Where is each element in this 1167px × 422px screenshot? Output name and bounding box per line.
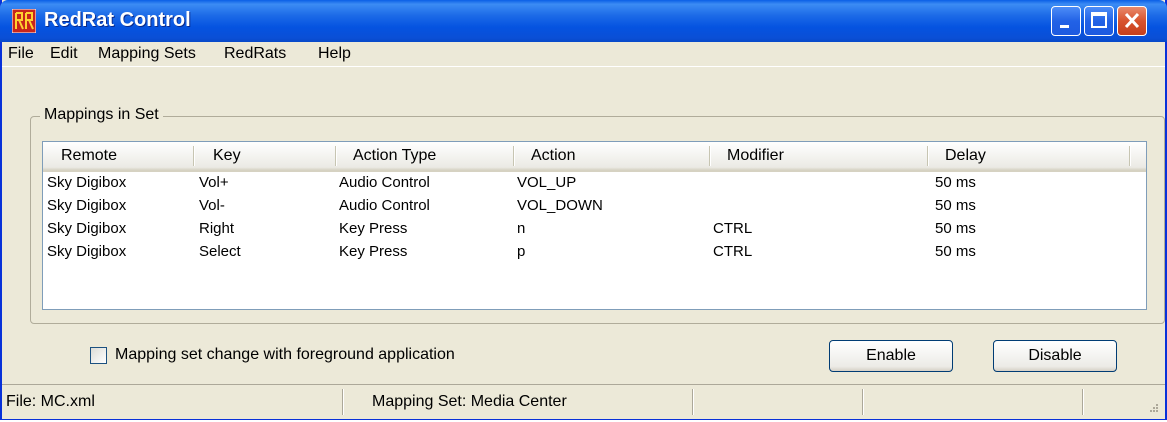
cell-delay: 50 ms xyxy=(935,197,976,214)
cell-key: Vol- xyxy=(199,197,225,214)
cell-key: Select xyxy=(199,243,241,260)
cell-action: VOL_UP xyxy=(517,174,577,191)
menu-bar: File Edit Mapping Sets RedRats Help xyxy=(2,42,1165,66)
status-bar: File: MC.xml Mapping Set: Media Center xyxy=(2,384,1165,419)
cell-action-type: Audio Control xyxy=(339,197,430,214)
status-divider xyxy=(692,389,693,415)
cell-remote: Sky Digibox xyxy=(47,197,127,214)
menu-mapping-sets[interactable]: Mapping Sets xyxy=(98,45,196,63)
menu-help[interactable]: Help xyxy=(318,45,351,63)
mappings-list[interactable]: Remote Key Action Type Action Modifier D… xyxy=(42,141,1147,310)
cell-action-type: Key Press xyxy=(339,243,408,260)
status-divider xyxy=(1082,389,1083,415)
list-header: Remote Key Action Type Action Modifier D… xyxy=(43,142,1146,172)
cell-action: n xyxy=(517,220,526,237)
cell-modifier xyxy=(709,195,713,217)
cell-remote: Sky Digibox xyxy=(47,243,127,260)
redrat-app-icon xyxy=(11,8,37,34)
minimize-button[interactable] xyxy=(1051,6,1081,36)
title-bar[interactable]: RedRat Control xyxy=(0,0,1167,42)
cell-modifier: CTRL xyxy=(713,220,753,237)
table-row[interactable]: Sky Digibox Right Key Press n CTRL 50 ms xyxy=(43,218,1146,240)
column-divider[interactable] xyxy=(1129,146,1130,166)
menu-redrats[interactable]: RedRats xyxy=(224,45,286,63)
foreground-app-checkbox-label[interactable]: Mapping set change with foreground appli… xyxy=(115,346,455,364)
column-action[interactable]: Action xyxy=(513,142,709,170)
cell-modifier: CTRL xyxy=(713,243,753,260)
menu-edit[interactable]: Edit xyxy=(50,45,78,63)
cell-key: Right xyxy=(199,220,235,237)
maximize-button[interactable] xyxy=(1084,6,1114,36)
cell-remote: Sky Digibox xyxy=(47,220,127,237)
status-file: File: MC.xml xyxy=(6,393,95,410)
table-row[interactable]: Sky Digibox Select Key Press p CTRL 50 m… xyxy=(43,241,1146,263)
foreground-app-checkbox[interactable] xyxy=(90,347,107,364)
cell-key: Vol+ xyxy=(199,174,229,191)
column-key[interactable]: Key xyxy=(195,142,335,170)
cell-action: p xyxy=(517,243,526,260)
cell-action: VOL_DOWN xyxy=(517,197,603,214)
group-label: Mappings in Set xyxy=(40,106,163,124)
resize-grip-icon[interactable] xyxy=(1145,401,1159,415)
status-mapping-set: Mapping Set: Media Center xyxy=(372,393,567,410)
window-title: RedRat Control xyxy=(44,9,191,31)
cell-action-type: Audio Control xyxy=(339,174,430,191)
cell-delay: 50 ms xyxy=(935,243,976,260)
cell-modifier xyxy=(709,172,713,194)
column-modifier[interactable]: Modifier xyxy=(709,142,927,170)
cell-action-type: Key Press xyxy=(339,220,408,237)
cell-delay: 50 ms xyxy=(935,220,976,237)
menu-file[interactable]: File xyxy=(8,45,34,63)
cell-remote: Sky Digibox xyxy=(47,174,127,191)
status-divider xyxy=(342,389,343,415)
disable-button[interactable]: Disable xyxy=(993,340,1117,372)
column-delay[interactable]: Delay xyxy=(927,142,1127,170)
table-row[interactable]: Sky Digibox Vol+ Audio Control VOL_UP 50… xyxy=(43,172,1146,194)
table-row[interactable]: Sky Digibox Vol- Audio Control VOL_DOWN … xyxy=(43,195,1146,217)
column-action-type[interactable]: Action Type xyxy=(335,142,513,170)
cell-delay: 50 ms xyxy=(935,174,976,191)
column-remote[interactable]: Remote xyxy=(43,142,193,170)
app-window: RedRat Control File Edit Mapping Sets Re… xyxy=(0,0,1167,420)
column-divider[interactable] xyxy=(193,146,194,166)
close-button[interactable] xyxy=(1117,6,1147,36)
menu-separator xyxy=(2,66,1165,67)
status-divider xyxy=(862,389,863,415)
enable-button[interactable]: Enable xyxy=(829,340,953,372)
